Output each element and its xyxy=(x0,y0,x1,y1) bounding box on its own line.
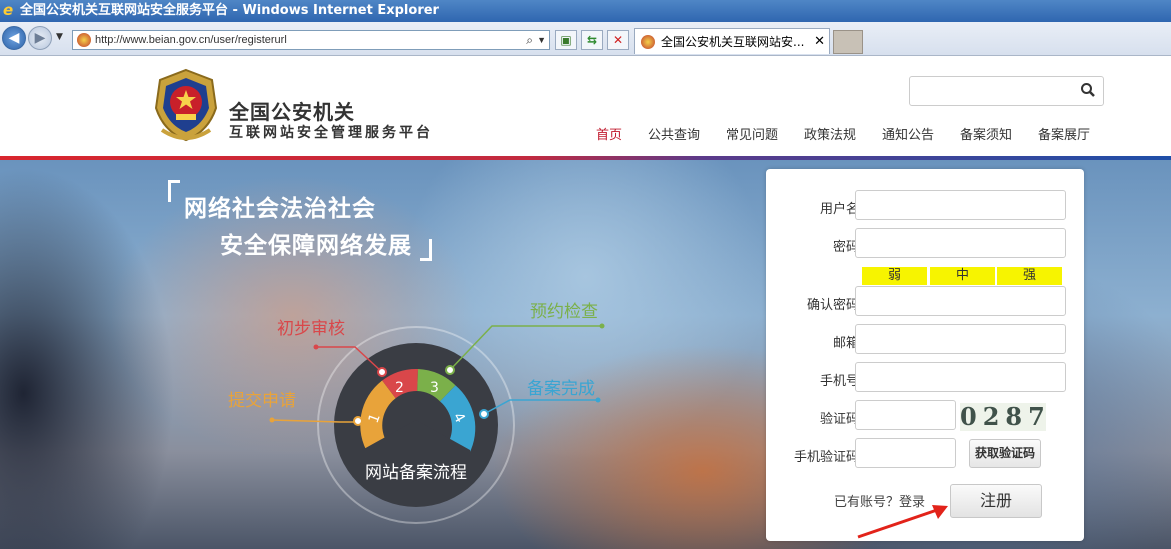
strength-strong: 强 xyxy=(997,267,1062,285)
tab-title: 全国公安机关互联网站安... xyxy=(661,35,805,49)
sms-code-label: 手机验证码 xyxy=(793,450,859,465)
step-2-dot xyxy=(377,367,387,377)
new-tab-button[interactable] xyxy=(833,30,863,54)
ie-logo-icon: e xyxy=(3,1,14,19)
step-4-label: 备案完成 xyxy=(527,379,595,399)
address-url: http://www.beian.gov.cn/user/registerurl xyxy=(95,34,287,46)
brand-title: 全国公安机关 xyxy=(229,100,355,124)
site-search-input[interactable] xyxy=(909,76,1104,106)
nav-faq[interactable]: 常见问题 xyxy=(726,124,778,143)
nav-filing-notes[interactable]: 备案须知 xyxy=(960,124,1012,143)
site-favicon-icon xyxy=(77,33,91,47)
police-emblem-icon xyxy=(154,68,218,142)
nav-policy[interactable]: 政策法规 xyxy=(804,124,856,143)
register-form: 用户名 密码 弱 中 强 确认密码 邮箱 手机号 验证码 0287 手机验证码 … xyxy=(766,169,1084,541)
phone-input[interactable] xyxy=(855,362,1066,392)
address-bar[interactable]: http://www.beian.gov.cn/user/registerurl… xyxy=(72,30,550,50)
confirm-password-input[interactable] xyxy=(855,286,1066,316)
annotation-arrow-icon xyxy=(857,505,948,539)
captcha-input[interactable] xyxy=(855,400,956,430)
filing-process-diagram: 1 2 3 4 提交申请 初步审核 预约检查 备案完成 网站备案流程 xyxy=(228,302,605,524)
strength-medium: 中 xyxy=(930,267,995,285)
nav-public-query[interactable]: 公共查询 xyxy=(648,124,700,143)
step-3-number: 3 xyxy=(430,380,439,396)
step-4-dot xyxy=(479,409,489,419)
step-3-endpoint xyxy=(599,323,605,329)
sms-code-input[interactable] xyxy=(855,438,956,468)
captcha-label: 验证码 xyxy=(819,412,859,427)
brand-subtitle: 互联网站安全管理服务平台 xyxy=(229,125,433,141)
step-3-connector xyxy=(449,325,602,371)
back-button[interactable]: ◀ xyxy=(2,26,26,50)
compatibility-view-icon[interactable]: ▣ xyxy=(555,30,577,50)
browser-toolbar: ◀ ▶ ▼ http://www.beian.gov.cn/user/regis… xyxy=(0,22,1171,56)
email-input[interactable] xyxy=(855,324,1066,354)
get-sms-code-button[interactable]: 获取验证码 xyxy=(969,439,1041,468)
tab-favicon-icon xyxy=(641,35,655,49)
confirm-password-label: 确认密码 xyxy=(806,298,859,313)
step-4-connector xyxy=(483,399,598,415)
phone-label: 手机号 xyxy=(819,374,859,389)
site-header: 全国公安机关 互联网站安全管理服务平台 首页 公共查询 常见问题 政策法规 通知… xyxy=(0,56,1171,156)
process-title: 网站备案流程 xyxy=(365,463,467,483)
window-titlebar: e 全国公安机关互联网站安全服务平台 - Windows Internet Ex… xyxy=(0,0,1171,22)
step-3-dot xyxy=(445,365,455,375)
password-input[interactable] xyxy=(855,228,1066,258)
step-2-label: 初步审核 xyxy=(277,319,345,339)
forward-button[interactable]: ▶ xyxy=(28,26,52,50)
strength-weak: 弱 xyxy=(862,267,927,285)
step-2-endpoint xyxy=(313,344,319,350)
username-label: 用户名 xyxy=(819,202,859,217)
register-button[interactable]: 注册 xyxy=(950,484,1042,518)
window-title: 全国公安机关互联网站安全服务平台 - Windows Internet Expl… xyxy=(20,3,439,18)
address-search-icon[interactable]: ⌕ xyxy=(526,31,533,49)
nav-home[interactable]: 首页 xyxy=(596,124,622,143)
recent-pages-dropdown-icon[interactable]: ▼ xyxy=(56,32,63,42)
nav-notices[interactable]: 通知公告 xyxy=(882,124,934,143)
step-1-endpoint xyxy=(269,417,275,423)
search-icon[interactable] xyxy=(1080,82,1096,98)
browser-tab[interactable]: 全国公安机关互联网站安... ✕ xyxy=(634,28,830,54)
refresh-icon[interactable]: ⇆ xyxy=(581,30,603,50)
address-dropdown-icon[interactable]: ▼ xyxy=(537,31,546,49)
step-1-label: 提交申请 xyxy=(228,391,296,411)
step-4-endpoint xyxy=(595,397,601,403)
step-1-dot xyxy=(353,416,363,426)
tab-close-icon[interactable]: ✕ xyxy=(814,29,825,54)
stop-icon[interactable]: ✕ xyxy=(607,30,629,50)
username-input[interactable] xyxy=(855,190,1066,220)
nav-filing-gallery[interactable]: 备案展厅 xyxy=(1038,124,1090,143)
step-3-label: 预约检查 xyxy=(530,302,598,322)
captcha-image[interactable]: 0287 xyxy=(960,403,1046,431)
step-2-number: 2 xyxy=(395,380,404,396)
